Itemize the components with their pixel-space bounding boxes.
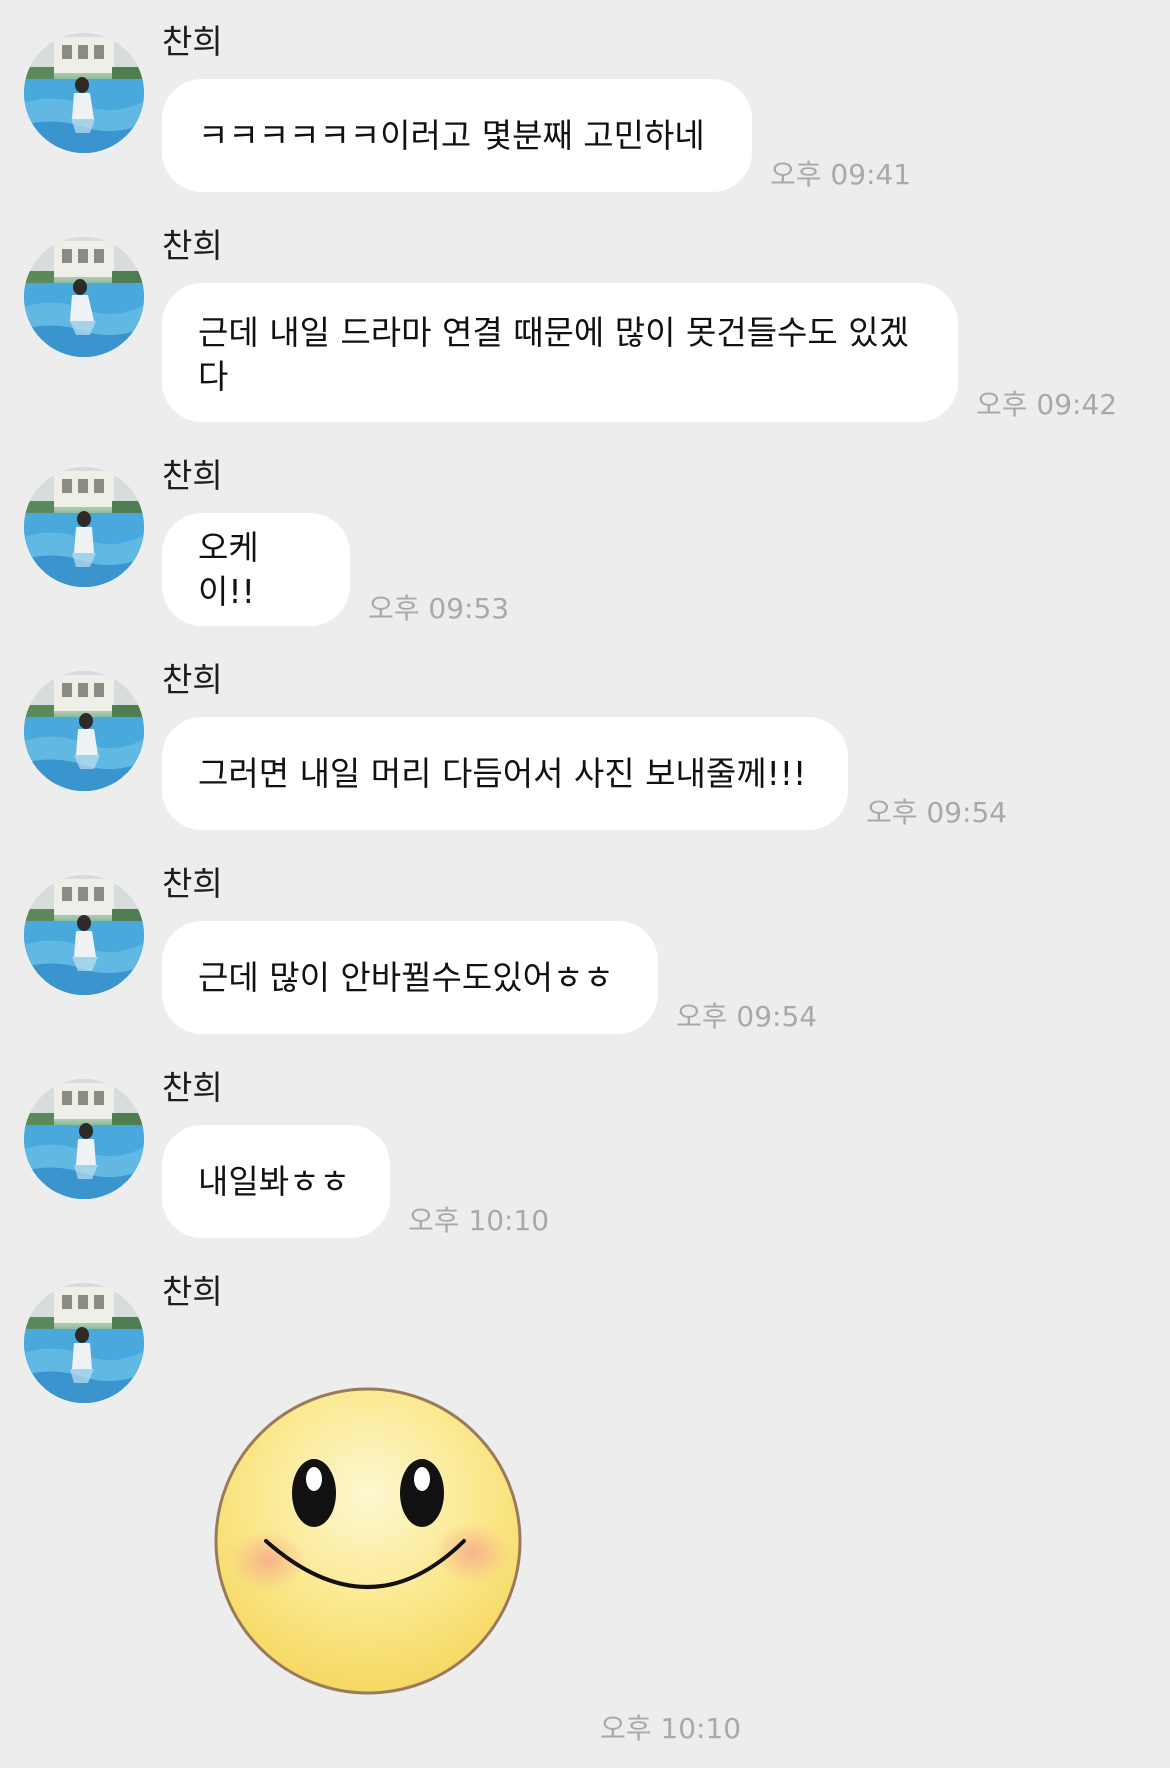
message-timestamp: 오후 09:53: [368, 592, 510, 625]
chat-message-list[interactable]: 찬희 ㅋㅋㅋㅋㅋㅋ이러고 몇분째 고민하네 오후 09:41 찬희 근데 내일 …: [0, 0, 1170, 1768]
sender-name: 찬희: [162, 22, 223, 61]
sender-avatar[interactable]: [24, 237, 144, 357]
message-text-line: 다: [198, 357, 229, 396]
message-timestamp: 오후 09:54: [676, 1000, 818, 1033]
message-bubble[interactable]: ㅋㅋㅋㅋㅋㅋ이러고 몇분째 고민하네: [162, 79, 752, 192]
message-timestamp: 오후 10:10: [600, 1712, 742, 1745]
sender-avatar[interactable]: [24, 1079, 144, 1199]
message-timestamp: 오후 09:42: [976, 388, 1118, 421]
sender-name: 찬희: [162, 1068, 223, 1107]
sender-name: 찬희: [162, 226, 223, 265]
message-timestamp: 오후 09:54: [866, 796, 1008, 829]
sender-name: 찬희: [162, 456, 223, 495]
message-bubble[interactable]: 그러면 내일 머리 다듬어서 사진 보내줄께!!!: [162, 717, 848, 830]
sender-name: 찬희: [162, 660, 223, 699]
message-text: 근데 내일 드라마 연결 때문에 많이 못건들수도 있겠 다: [198, 311, 909, 399]
message-bubble[interactable]: 근데 많이 안바뀔수도있어ㅎㅎ: [162, 921, 658, 1034]
message-bubble[interactable]: 내일봐ㅎㅎ: [162, 1125, 390, 1238]
sender-avatar[interactable]: [24, 1283, 144, 1403]
sender-avatar[interactable]: [24, 33, 144, 153]
sender-avatar[interactable]: [24, 875, 144, 995]
sender-avatar[interactable]: [24, 467, 144, 587]
message-bubble[interactable]: 근데 내일 드라마 연결 때문에 많이 못건들수도 있겠 다: [162, 283, 958, 422]
sender-name: 찬희: [162, 864, 223, 903]
smiley-face-emoticon[interactable]: [210, 1383, 526, 1699]
message-timestamp: 오후 10:10: [408, 1204, 550, 1237]
sender-avatar[interactable]: [24, 671, 144, 791]
sender-name: 찬희: [162, 1272, 223, 1311]
message-bubble[interactable]: 오케이!!: [162, 513, 350, 626]
message-text-line: 근데 내일 드라마 연결 때문에 많이 못건들수도 있겠: [198, 313, 909, 352]
message-timestamp: 오후 09:41: [770, 158, 912, 191]
